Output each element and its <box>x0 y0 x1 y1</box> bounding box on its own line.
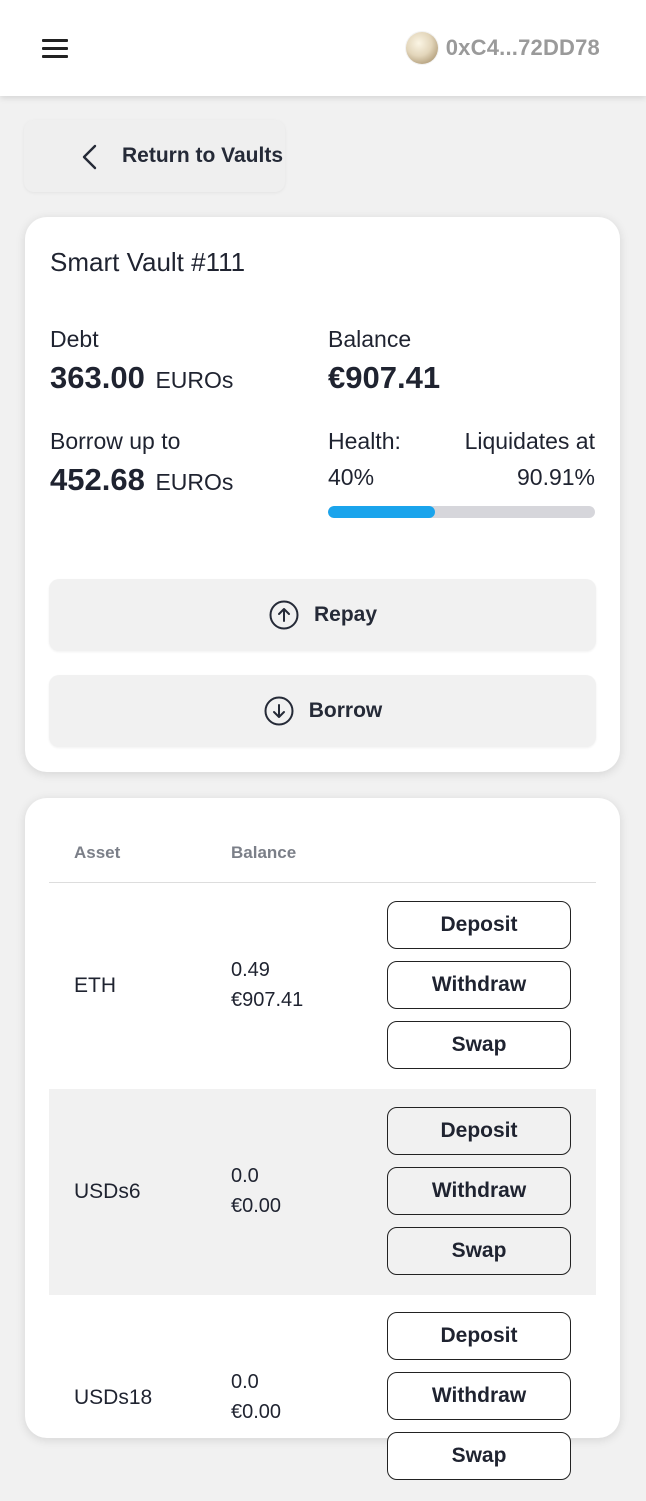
asset-amount: 0.0 <box>231 1371 259 1393</box>
asset-amount: 0.49 <box>231 959 270 981</box>
column-header-asset: Asset <box>74 843 121 862</box>
borrow-label: Borrow <box>308 699 383 722</box>
withdraw-button[interactable]: Withdraw <box>387 1372 571 1420</box>
wallet-avatar <box>405 32 438 64</box>
asset-fiat-value: €907.41 <box>231 989 304 1011</box>
arrow-up-circle-icon <box>269 600 299 630</box>
asset-amount: 0.0 <box>231 1165 259 1187</box>
borrow-limit-value: 452.68 EUROs <box>50 462 233 498</box>
liquidates-at-value: 90.91% <box>516 464 595 490</box>
health-label: Health: <box>328 428 401 454</box>
top-bar: 0xC4...72DD78 <box>0 0 646 96</box>
swap-button[interactable]: Swap <box>387 1227 571 1275</box>
deposit-button[interactable]: Deposit <box>387 901 571 949</box>
swap-button[interactable]: Swap <box>387 1021 571 1069</box>
deposit-button[interactable]: Deposit <box>387 1107 571 1155</box>
asset-name: USDs6 <box>74 1180 141 1203</box>
borrow-limit-amount: 452.68 <box>50 462 145 497</box>
liquidates-at-label: Liquidates at <box>464 428 595 454</box>
asset-fiat-value: €0.00 <box>231 1195 282 1217</box>
table-row: USDs18 0.0 €0.00 Deposit Withdraw Swap <box>49 1295 596 1501</box>
borrow-limit-label: Borrow up to <box>50 428 181 454</box>
balance-label: Balance <box>328 326 412 352</box>
assets-table-card: Asset Balance ETH 0.49 €907.41 Deposit W… <box>25 798 620 1480</box>
deposit-button[interactable]: Deposit <box>387 1312 571 1360</box>
debt-value: 363.00 EUROs <box>50 360 233 396</box>
debt-unit: EUROs <box>155 367 234 393</box>
health-progress-bar <box>328 506 595 518</box>
wallet-account-button[interactable]: 0xC4...72DD78 <box>405 30 600 66</box>
column-header-balance: Balance <box>231 843 297 862</box>
table-row: USDs6 0.0 €0.00 Deposit Withdraw Swap <box>49 1089 596 1295</box>
health-value: 40% <box>328 464 375 490</box>
withdraw-button[interactable]: Withdraw <box>387 961 571 1009</box>
return-to-vaults-button[interactable]: Return to Vaults <box>24 120 285 192</box>
withdraw-button[interactable]: Withdraw <box>387 1167 571 1215</box>
repay-label: Repay <box>313 603 378 626</box>
vault-title: Smart Vault #111 <box>50 247 246 277</box>
wallet-address: 0xC4...72DD78 <box>445 35 600 60</box>
table-row: ETH 0.49 €907.41 Deposit Withdraw Swap <box>49 883 596 1089</box>
repay-button[interactable]: Repay <box>49 579 596 651</box>
hamburger-menu-icon[interactable] <box>38 33 72 63</box>
health-progress-fill <box>328 506 435 518</box>
borrow-limit-unit: EUROs <box>155 469 234 495</box>
asset-name: USDs18 <box>74 1386 153 1409</box>
chevron-left-icon <box>82 144 97 170</box>
asset-fiat-value: €0.00 <box>231 1401 282 1423</box>
asset-name: ETH <box>74 974 116 997</box>
balance-value: €907.41 <box>328 360 441 395</box>
borrow-button[interactable]: Borrow <box>49 675 596 747</box>
return-to-vaults-label: Return to Vaults <box>122 144 284 167</box>
vault-summary-card: Smart Vault #111 Debt 363.00 EUROs Balan… <box>25 217 620 772</box>
arrow-down-circle-icon <box>264 696 294 726</box>
swap-button[interactable]: Swap <box>387 1432 571 1480</box>
debt-amount: 363.00 <box>50 360 145 395</box>
debt-label: Debt <box>50 326 99 352</box>
